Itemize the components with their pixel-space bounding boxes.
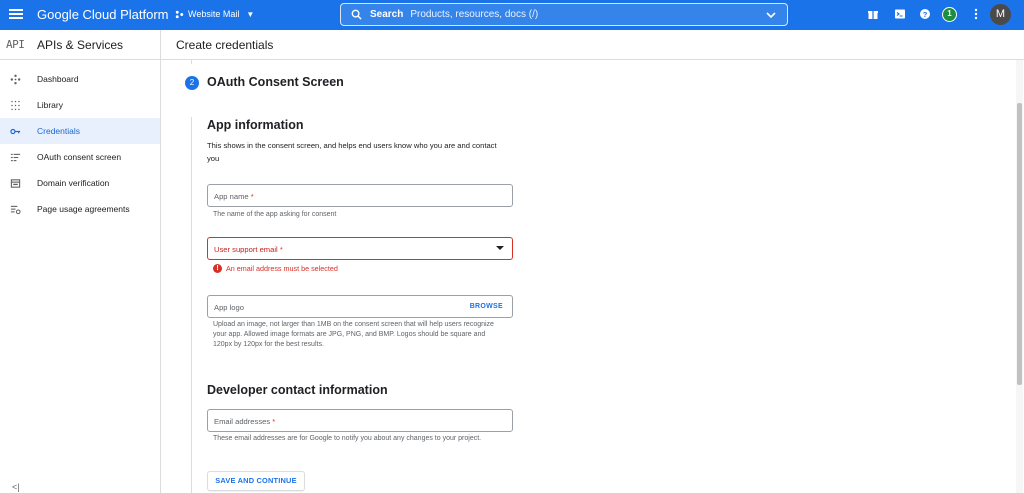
email-addresses-hint: These email addresses are for Google to …: [213, 435, 482, 442]
avatar[interactable]: M: [990, 4, 1011, 25]
app-logo-hint: Upload an image, not larger than 1MB on …: [213, 321, 494, 348]
support-email-error: ! An email address must be selected: [213, 264, 338, 273]
sidebar-item-library[interactable]: Library: [0, 92, 160, 118]
dashboard-icon: [10, 74, 21, 85]
chevron-down-icon[interactable]: [765, 9, 777, 21]
search-input[interactable]: Search Products, resources, docs (/): [340, 3, 788, 26]
scrollbar-thumb[interactable]: [1017, 103, 1022, 385]
stepper-line: [191, 117, 192, 493]
error-icon: !: [213, 264, 222, 273]
step-number-badge: 2: [185, 76, 199, 90]
domain-icon: [10, 179, 21, 188]
page-title: Create credentials: [176, 38, 274, 52]
search-icon: [351, 9, 362, 20]
gift-icon[interactable]: [867, 8, 879, 20]
chevron-down-icon: ▼: [246, 9, 255, 19]
sidebar-item-label: Library: [37, 100, 63, 110]
sidebar-item-domain-verification[interactable]: Domain verification: [0, 170, 160, 196]
sidebar-item-credentials[interactable]: Credentials: [0, 118, 160, 144]
svg-text:?: ?: [923, 10, 928, 19]
brand-title[interactable]: Google Cloud Platform: [37, 7, 169, 22]
developer-contact-heading: Developer contact information: [207, 383, 388, 397]
dropdown-arrow-icon: [496, 246, 504, 250]
email-addresses-field[interactable]: Email addresses *: [207, 409, 513, 432]
error-text: An email address must be selected: [226, 264, 338, 273]
support-email-select[interactable]: User support email *: [207, 237, 513, 260]
save-and-continue-button[interactable]: SAVE AND CONTINUE: [207, 471, 305, 491]
sidebar-item-label: Credentials: [37, 126, 80, 136]
app-logo-field[interactable]: App logo BROWSE: [207, 295, 513, 318]
project-name: Website Mail: [188, 9, 240, 19]
collapse-sidebar-icon[interactable]: <|: [12, 482, 20, 492]
sidebar-item-oauth-consent[interactable]: OAuth consent screen: [0, 144, 160, 170]
sidebar-title: APIs & Services: [37, 38, 124, 52]
sidebar-item-page-usage-agreements[interactable]: Page usage agreements: [0, 196, 160, 222]
top-app-bar: Google Cloud Platform Website Mail ▼ Sea…: [0, 0, 1024, 30]
step-title: OAuth Consent Screen: [207, 75, 344, 89]
sidebar-item-label: Dashboard: [37, 74, 79, 84]
hamburger-menu-icon[interactable]: [9, 7, 23, 23]
library-icon: [11, 100, 20, 111]
project-selector[interactable]: Website Mail ▼: [175, 9, 254, 19]
sidebar-item-label: OAuth consent screen: [37, 152, 122, 162]
more-vert-icon[interactable]: [970, 8, 982, 20]
consent-icon: [10, 153, 21, 162]
app-logo-label: App logo: [214, 303, 244, 312]
notification-badge[interactable]: 1: [942, 7, 957, 22]
app-name-hint: The name of the app asking for consent: [213, 211, 337, 218]
search-label: Search: [370, 9, 404, 20]
sidebar-item-label: Page usage agreements: [37, 204, 130, 214]
browse-button[interactable]: BROWSE: [470, 303, 503, 310]
sidebar-item-label: Domain verification: [37, 178, 110, 188]
app-info-description: This shows in the consent screen, and he…: [207, 141, 497, 163]
email-addresses-label: Email addresses *: [214, 417, 276, 426]
sidebar-header: API APIs & Services: [0, 30, 161, 60]
project-icon: [175, 10, 184, 18]
key-icon: [10, 128, 21, 135]
sidebar: API APIs & Services Dashboard Library Cr…: [0, 30, 161, 493]
help-icon[interactable]: ?: [919, 8, 931, 20]
cloud-shell-icon[interactable]: [894, 8, 906, 20]
stepper-connector: [191, 60, 192, 64]
sidebar-nav: Dashboard Library Credentials OAuth cons…: [0, 66, 160, 222]
api-logo-icon: API: [6, 38, 25, 51]
app-name-field[interactable]: App name *: [207, 184, 513, 207]
search-placeholder: Products, resources, docs (/): [410, 9, 539, 20]
page-header: Create credentials: [161, 30, 1024, 60]
settings-list-icon: [10, 205, 21, 215]
app-info-heading: App information: [207, 118, 304, 132]
app-name-label: App name *: [214, 192, 254, 201]
support-email-label: User support email *: [214, 245, 283, 254]
sidebar-item-dashboard[interactable]: Dashboard: [0, 66, 160, 92]
